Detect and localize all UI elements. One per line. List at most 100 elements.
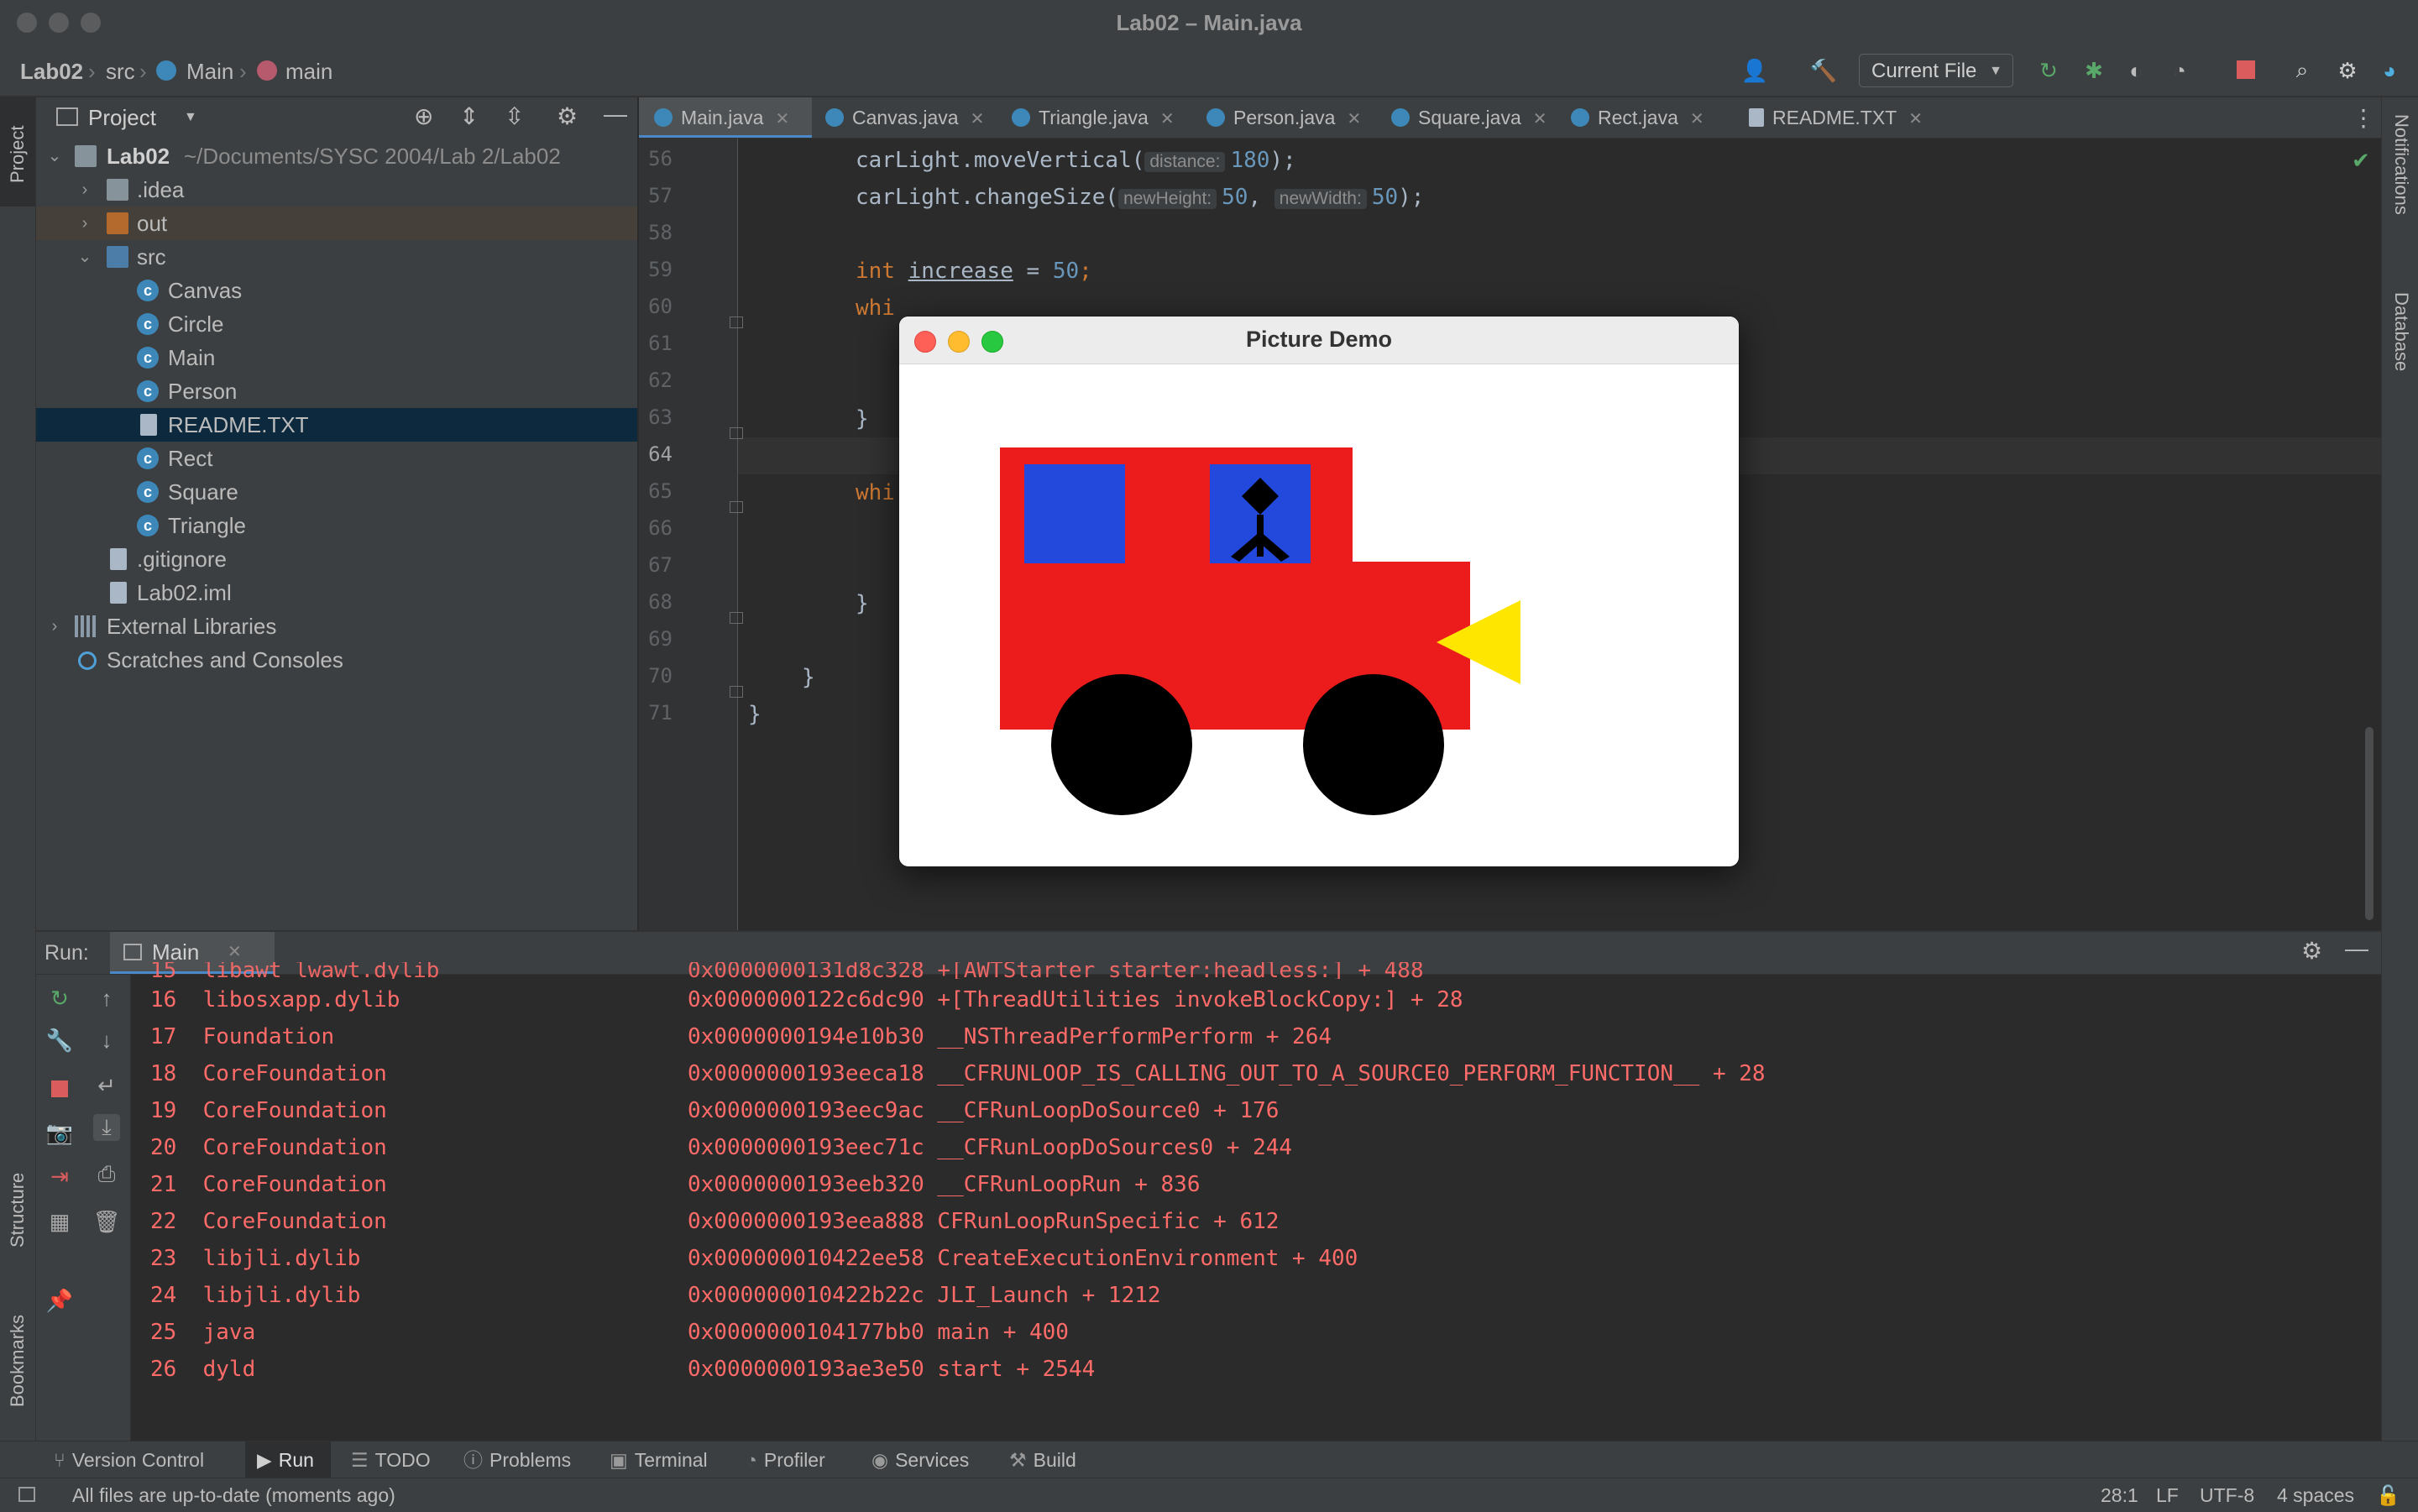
status-message[interactable]: All files are up-to-date (moments ago) <box>72 1478 395 1512</box>
code-line-63[interactable]: } <box>856 406 869 432</box>
tab-square-java[interactable]: Square.java ✕ <box>1391 97 1547 138</box>
code-line-65[interactable]: whi <box>856 480 895 505</box>
tree-item-circle[interactable]: c Circle <box>36 307 637 341</box>
close-tab-icon[interactable]: ✕ <box>1347 110 1361 128</box>
tree-item-gitignore[interactable]: .gitignore <box>36 542 637 576</box>
tab-rect-java[interactable]: Rect.java ✕ <box>1571 97 1704 138</box>
profile-icon[interactable]: ◔ <box>2166 57 2193 84</box>
expand-all-icon[interactable]: ⇕ <box>459 102 479 130</box>
tree-item-square[interactable]: c Square <box>36 475 637 509</box>
tab-main-java[interactable]: Main.java ✕ <box>654 97 789 138</box>
caret-position[interactable]: 28:1 <box>2101 1478 2138 1512</box>
editor-scrollbar[interactable] <box>2365 727 2374 920</box>
bookmarks-tool-label[interactable]: Bookmarks <box>7 1290 29 1407</box>
close-tab-icon[interactable]: ✕ <box>1908 110 1923 128</box>
breadcrumb-src[interactable]: src <box>106 47 135 96</box>
file-encoding[interactable]: UTF-8 <box>2200 1478 2254 1512</box>
fold-marker-icon[interactable] <box>730 686 743 698</box>
notifications-tool-label[interactable]: Notifications <box>2390 114 2412 274</box>
tree-item-rect[interactable]: c Rect <box>36 442 637 475</box>
fold-marker-icon[interactable] <box>730 317 743 328</box>
code-line-68[interactable]: } <box>856 591 869 616</box>
close-tab-icon[interactable]: ✕ <box>1160 110 1175 128</box>
plugin-icon[interactable]: ◕ <box>2376 57 2403 84</box>
layout-icon[interactable]: ▦ <box>46 1208 73 1235</box>
tree-item-external-libraries[interactable]: › External Libraries <box>36 610 637 643</box>
coverage-icon[interactable]: ◐ <box>2122 57 2149 84</box>
breadcrumb-class[interactable]: Main <box>186 47 233 96</box>
tree-item-readme[interactable]: README.TXT <box>36 408 637 442</box>
code-line-70[interactable]: } <box>802 665 815 690</box>
build-hammer-icon[interactable]: 🔨 <box>1810 57 1837 84</box>
tree-item-root[interactable]: ⌄ Lab02 ~/Documents/SYSC 2004/Lab 2/Lab0… <box>36 139 637 173</box>
locate-icon[interactable]: ⊕ <box>414 102 433 130</box>
tree-item-idea[interactable]: › .idea <box>36 173 637 207</box>
exit-icon[interactable]: ⇥ <box>46 1163 73 1190</box>
project-panel-title[interactable]: Project <box>88 97 156 138</box>
tree-item-iml[interactable]: Lab02.iml <box>36 576 637 610</box>
scroll-to-end-icon[interactable]: ⤓ <box>93 1114 120 1141</box>
wrench-icon[interactable]: 🔧 <box>46 1027 73 1054</box>
soft-wrap-icon[interactable]: ↵ <box>93 1072 120 1099</box>
tree-item-main[interactable]: c Main <box>36 341 637 374</box>
rerun-icon[interactable]: ↻ <box>2035 57 2062 84</box>
tree-item-canvas[interactable]: c Canvas <box>36 274 637 307</box>
project-tool-label[interactable]: Project <box>7 107 29 183</box>
close-tab-icon[interactable]: ✕ <box>775 110 789 128</box>
version-control-tool-button[interactable]: ⑂ Version Control <box>54 1441 204 1478</box>
terminal-tool-button[interactable]: ▣ Terminal <box>610 1441 708 1478</box>
profiler-tool-button[interactable]: ◔ Profiler <box>746 1441 825 1478</box>
arrow-down-icon[interactable]: ↓ <box>93 1027 120 1054</box>
run-tool-button[interactable]: ▶ Run <box>257 1441 314 1478</box>
settings-gear-icon[interactable]: ⚙ <box>2334 57 2361 84</box>
code-line-60[interactable]: whi <box>856 296 895 321</box>
hide-panel-icon[interactable]: — <box>604 101 627 128</box>
settings-gear-icon[interactable]: ⚙ <box>557 102 578 130</box>
more-tabs-icon[interactable]: ⋮ <box>2352 104 2375 132</box>
breadcrumb-method[interactable]: main <box>285 47 332 96</box>
tree-item-out[interactable]: › out <box>36 207 637 240</box>
tree-item-person[interactable]: c Person <box>36 374 637 408</box>
breadcrumb-project[interactable]: Lab02 <box>20 47 83 96</box>
fold-marker-icon[interactable] <box>730 501 743 513</box>
user-icon[interactable]: 👤 <box>1741 57 1768 84</box>
stop-icon[interactable] <box>2237 60 2255 79</box>
code-line-57[interactable]: carLight.changeSize(newHeight: 50, newWid… <box>856 185 1424 210</box>
pin-icon[interactable]: 📌 <box>46 1287 73 1314</box>
tree-item-triangle[interactable]: c Triangle <box>36 509 637 542</box>
panel-toggle-icon[interactable] <box>18 1487 35 1502</box>
collapse-all-icon[interactable]: ⇳ <box>505 102 524 130</box>
chevron-right-icon[interactable]: › <box>75 173 95 207</box>
debug-icon[interactable]: ✱ <box>2080 57 2107 84</box>
close-tab-icon[interactable]: ✕ <box>1533 110 1547 128</box>
stop-icon[interactable] <box>51 1080 68 1097</box>
close-tab-icon[interactable]: ✕ <box>971 110 985 128</box>
structure-tool-label[interactable]: Structure <box>7 1147 29 1248</box>
run-configuration-select[interactable]: Current File ▼ <box>1859 54 2013 87</box>
code-line-71[interactable]: } <box>748 702 762 727</box>
chevron-down-icon[interactable]: ▼ <box>184 97 197 138</box>
settings-gear-icon[interactable]: ⚙ <box>2301 937 2322 965</box>
fold-marker-icon[interactable] <box>730 427 743 439</box>
camera-icon[interactable]: 📷 <box>46 1119 73 1146</box>
services-tool-button[interactable]: ◉ Services <box>871 1441 969 1478</box>
tab-triangle-java[interactable]: Triangle.java ✕ <box>1012 97 1175 138</box>
line-separator[interactable]: LF <box>2156 1478 2179 1512</box>
search-icon[interactable]: ⌕ <box>2289 57 2316 84</box>
trash-icon[interactable]: 🗑 <box>93 1208 121 1235</box>
code-line-56[interactable]: carLight.moveVertical(distance: 180); <box>856 148 1296 173</box>
problems-tool-button[interactable]: ⓘ Problems <box>463 1441 571 1478</box>
arrow-up-icon[interactable]: ↑ <box>93 985 120 1012</box>
lock-icon[interactable]: 🔓 <box>2376 1478 2400 1512</box>
tree-item-scratches[interactable]: Scratches and Consoles <box>36 643 637 677</box>
chevron-down-icon[interactable]: ⌄ <box>44 139 65 173</box>
rerun-icon[interactable]: ↻ <box>46 985 73 1012</box>
print-icon[interactable]: ⎙ <box>93 1161 120 1188</box>
tree-item-src[interactable]: ⌄ src <box>36 240 637 274</box>
chevron-down-icon[interactable]: ⌄ <box>75 240 95 274</box>
fold-marker-icon[interactable] <box>730 612 743 624</box>
database-tool-label[interactable]: Database <box>2390 292 2412 401</box>
tab-canvas-java[interactable]: Canvas.java ✕ <box>825 97 984 138</box>
chevron-right-icon[interactable]: › <box>75 207 95 240</box>
indent-setting[interactable]: 4 spaces <box>2277 1478 2354 1512</box>
